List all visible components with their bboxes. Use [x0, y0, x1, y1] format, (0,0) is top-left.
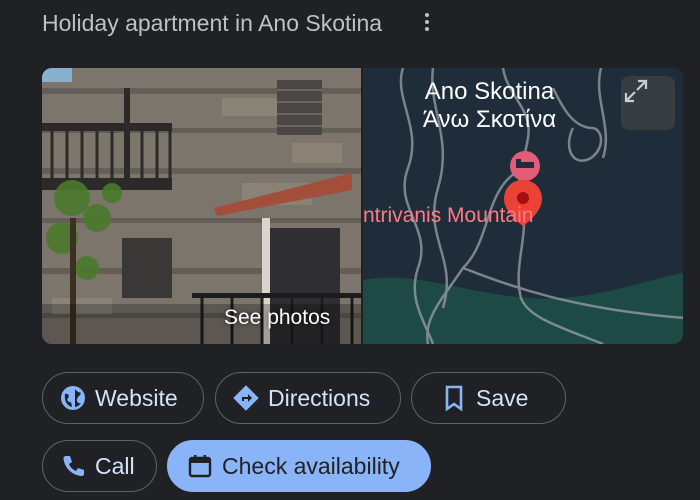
expand-map-button[interactable]	[621, 76, 675, 130]
globe-icon	[59, 384, 87, 412]
house-photo	[42, 68, 361, 344]
map-mountain-label: ntrivanis Mountain	[363, 204, 534, 227]
see-photos-label[interactable]: See photos	[224, 306, 330, 330]
more-options-button[interactable]	[413, 8, 441, 36]
map-place-name-en: Ano Skotina	[424, 78, 555, 105]
website-label: Website	[95, 384, 178, 411]
calendar-icon	[186, 452, 214, 480]
website-button[interactable]: Website	[42, 372, 204, 424]
photo-thumbnail[interactable]: See photos	[42, 68, 361, 344]
directions-button[interactable]: Directions	[215, 372, 401, 424]
directions-icon	[232, 384, 260, 412]
map-thumbnail[interactable]: Ano Skotina Άνω Σκοτίνα ntrivanis Mounta…	[361, 68, 683, 344]
media-panel: See photos Ano Skotina Άνω Σκοτίνα ntriv…	[42, 68, 683, 344]
place-title: Holiday apartment in Ano Skotina	[42, 10, 383, 36]
map-place-name-gr: Άνω Σκοτίνα	[422, 106, 557, 133]
save-label: Save	[476, 384, 529, 411]
check-availability-button[interactable]: Check availability	[167, 440, 431, 492]
directions-label: Directions	[268, 384, 371, 411]
bookmark-icon	[440, 384, 468, 412]
more-vert-icon	[425, 13, 429, 17]
phone-icon	[59, 452, 87, 480]
call-button[interactable]: Call	[42, 440, 157, 492]
save-button[interactable]: Save	[411, 372, 566, 424]
call-label: Call	[95, 452, 135, 479]
check-availability-label: Check availability	[222, 452, 400, 479]
expand-icon	[624, 79, 648, 103]
